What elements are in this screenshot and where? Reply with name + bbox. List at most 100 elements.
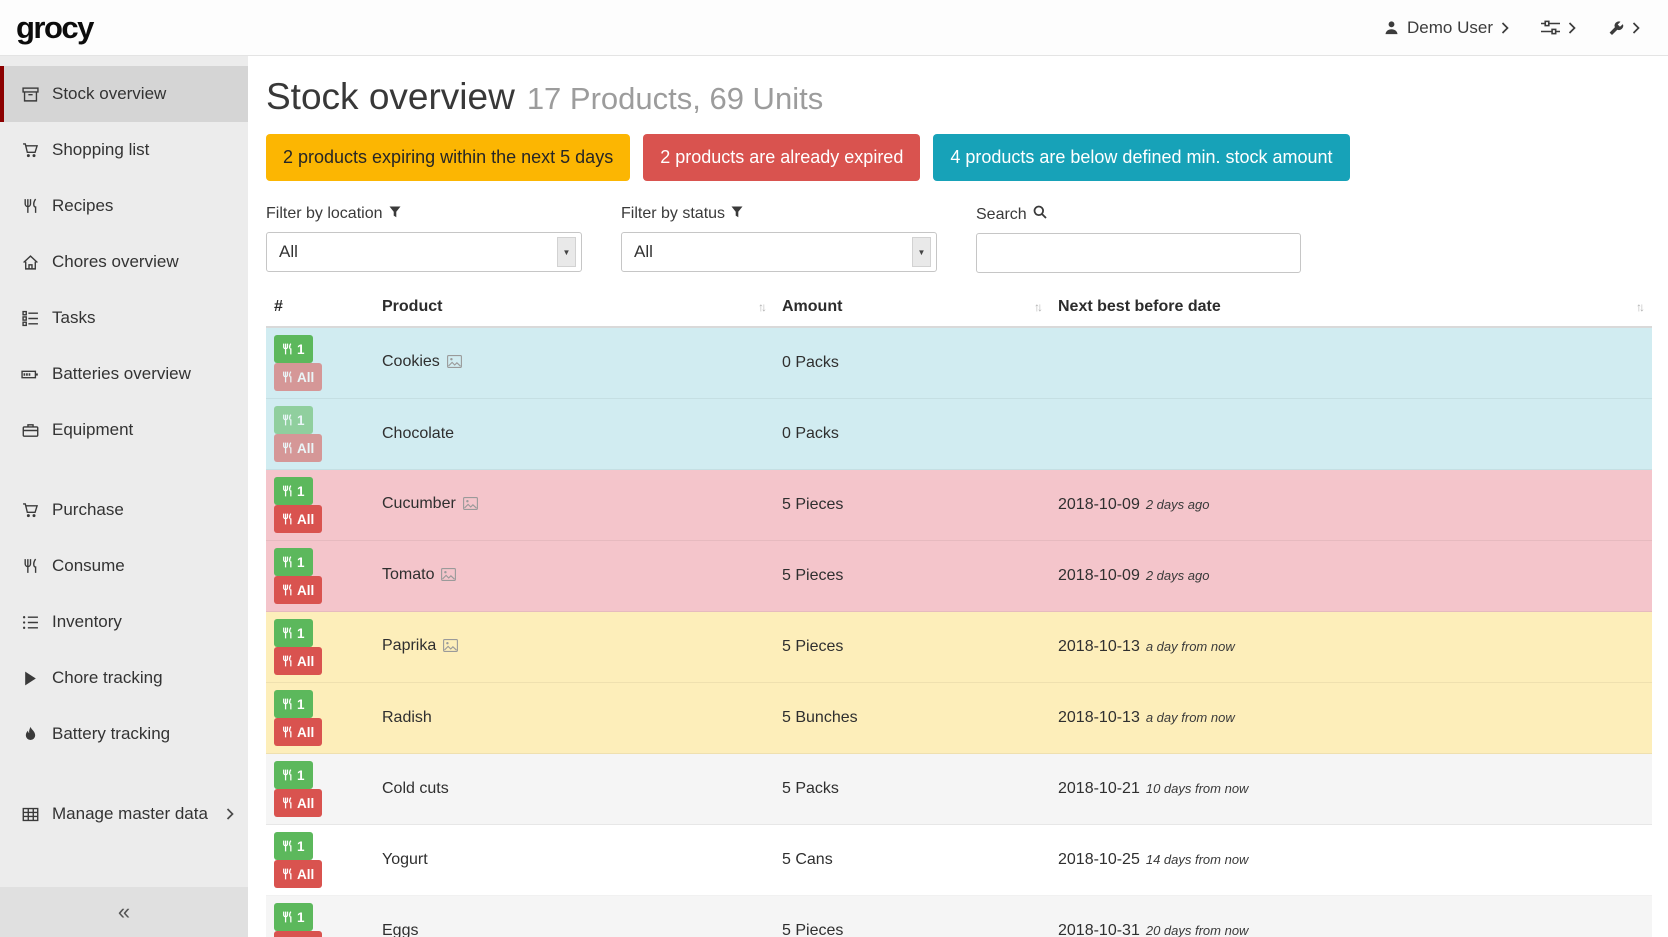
search-icon	[1033, 205, 1047, 224]
column-header-best-before-date[interactable]: Next best before date↑↓	[1050, 289, 1652, 327]
sidebar-item-tasks[interactable]: Tasks	[0, 290, 248, 346]
column-header-amount[interactable]: Amount↑↓	[774, 289, 1050, 327]
product-image-icon	[463, 497, 478, 515]
consume-one-button[interactable]: 1	[274, 548, 313, 576]
sidebar-item-batteries-overview[interactable]: Batteries overview	[0, 346, 248, 402]
consume-all-button[interactable]: All	[274, 789, 322, 817]
below-min-stock-alert-button[interactable]: 4 products are below defined min. stock …	[933, 134, 1349, 181]
cutlery-icon	[282, 513, 292, 525]
search-label: Search	[976, 205, 1331, 224]
sidebar-item-battery-tracking[interactable]: Battery tracking	[0, 706, 248, 762]
consume-all-button[interactable]: All	[274, 647, 322, 675]
sidebar-item-inventory[interactable]: Inventory	[0, 594, 248, 650]
sort-icon[interactable]: ↑↓	[758, 300, 766, 314]
briefcase-icon	[19, 422, 41, 439]
sidebar-item-equipment[interactable]: Equipment	[0, 402, 248, 458]
product-name[interactable]: Chocolate	[382, 425, 454, 442]
consume-one-button[interactable]: 1	[274, 335, 313, 363]
sort-icon[interactable]: ↑↓	[1034, 300, 1042, 314]
cutlery-icon	[282, 343, 292, 355]
battery-icon	[19, 367, 41, 382]
stock-table: # Product↑↓ Amount↑↓ Next best before da…	[266, 289, 1652, 937]
product-image-icon	[447, 355, 462, 373]
sidebar-item-label: Chores overview	[52, 252, 179, 272]
product-name[interactable]: Cucumber	[382, 495, 456, 512]
consume-all-button[interactable]: All	[274, 931, 322, 937]
consume-all-label: All	[297, 796, 314, 811]
column-header-product[interactable]: Product↑↓	[374, 289, 774, 327]
sidebar-item-label: Consume	[52, 556, 125, 576]
product-name[interactable]: Tomato	[382, 566, 434, 583]
amount-cell: 0 Packs	[774, 399, 1050, 470]
status-filter-value: All	[634, 242, 653, 262]
consume-one-button[interactable]: 1	[274, 903, 313, 931]
consume-one-button[interactable]: 1	[274, 690, 313, 718]
table-row: 1 All Chocolate 0 Packs	[266, 399, 1652, 470]
status-filter-select[interactable]: All ▼	[621, 232, 937, 272]
cutlery-icon	[19, 198, 41, 215]
product-name[interactable]: Yogurt	[382, 851, 428, 868]
location-filter-select[interactable]: All ▼	[266, 232, 582, 272]
consume-one-label: 1	[297, 342, 305, 357]
bbd-date: 2018-10-09	[1058, 567, 1140, 584]
consume-all-button[interactable]: All	[274, 434, 322, 462]
consume-all-label: All	[297, 441, 314, 456]
admin-menu[interactable]	[1608, 20, 1640, 36]
filter-funnel-icon	[731, 205, 743, 223]
consume-one-button[interactable]: 1	[274, 832, 313, 860]
consume-one-button[interactable]: 1	[274, 406, 313, 434]
sidebar-collapse-button[interactable]: «	[0, 887, 248, 937]
sidebar-item-chore-tracking[interactable]: Chore tracking	[0, 650, 248, 706]
product-name[interactable]: Cookies	[382, 353, 440, 370]
amount-cell: 5 Bunches	[774, 683, 1050, 754]
sidebar-item-label: Manage master data	[52, 804, 208, 824]
tasks-icon	[19, 310, 41, 327]
product-image-icon	[443, 639, 458, 657]
consume-one-button[interactable]: 1	[274, 477, 313, 505]
product-name[interactable]: Radish	[382, 709, 432, 726]
flame-icon	[19, 726, 41, 743]
consume-one-label: 1	[297, 697, 305, 712]
consume-all-button[interactable]: All	[274, 718, 322, 746]
sidebar-item-stock-overview[interactable]: Stock overview	[0, 66, 248, 122]
sidebar-item-label: Chore tracking	[52, 668, 163, 688]
consume-all-button[interactable]: All	[274, 576, 322, 604]
consume-all-button[interactable]: All	[274, 363, 322, 391]
bbd-relative: 20 days from now	[1146, 923, 1249, 937]
sidebar-item-label: Recipes	[52, 196, 113, 216]
amount-cell: 5 Packs	[774, 754, 1050, 825]
product-name[interactable]: Paprika	[382, 637, 436, 654]
search-input[interactable]	[976, 233, 1301, 273]
bbd-relative: 10 days from now	[1146, 781, 1249, 796]
chevron-down-icon: ▼	[557, 237, 576, 267]
cutlery-icon	[282, 442, 292, 454]
page-subtitle: 17 Products, 69 Units	[527, 81, 823, 117]
grocy-logo[interactable]: grocy	[16, 10, 93, 46]
stock-table-body: 1 All Cookies 0 Packs 1	[266, 327, 1652, 937]
bbd-relative: a day from now	[1146, 710, 1235, 725]
sidebar-item-manage-master-data[interactable]: Manage master data	[0, 786, 248, 842]
settings-menu[interactable]	[1541, 20, 1576, 35]
expired-products-alert-button[interactable]: 2 products are already expired	[643, 134, 920, 181]
sidebar-item-consume[interactable]: Consume	[0, 538, 248, 594]
consume-one-button[interactable]: 1	[274, 761, 313, 789]
cutlery-icon	[282, 556, 292, 568]
sidebar-item-purchase[interactable]: Purchase	[0, 482, 248, 538]
cart-icon	[19, 142, 41, 159]
sort-icon[interactable]: ↑↓	[1636, 300, 1644, 314]
consume-one-button[interactable]: 1	[274, 619, 313, 647]
consume-all-button[interactable]: All	[274, 505, 322, 533]
consume-all-button[interactable]: All	[274, 860, 322, 888]
cart-icon	[19, 502, 41, 519]
user-menu[interactable]: Demo User	[1384, 18, 1509, 38]
sidebar-item-label: Shopping list	[52, 140, 149, 160]
expiring-products-alert-button[interactable]: 2 products expiring within the next 5 da…	[266, 134, 630, 181]
table-row: 1 All Radish 5 Bunches 2018-10-13a day f…	[266, 683, 1652, 754]
sidebar-item-shopping-list[interactable]: Shopping list	[0, 122, 248, 178]
product-name[interactable]: Eggs	[382, 922, 418, 937]
cutlery-icon	[282, 485, 292, 497]
bbd-date: 2018-10-09	[1058, 496, 1140, 513]
sidebar-item-chores-overview[interactable]: Chores overview	[0, 234, 248, 290]
sidebar-item-recipes[interactable]: Recipes	[0, 178, 248, 234]
product-name[interactable]: Cold cuts	[382, 780, 449, 797]
